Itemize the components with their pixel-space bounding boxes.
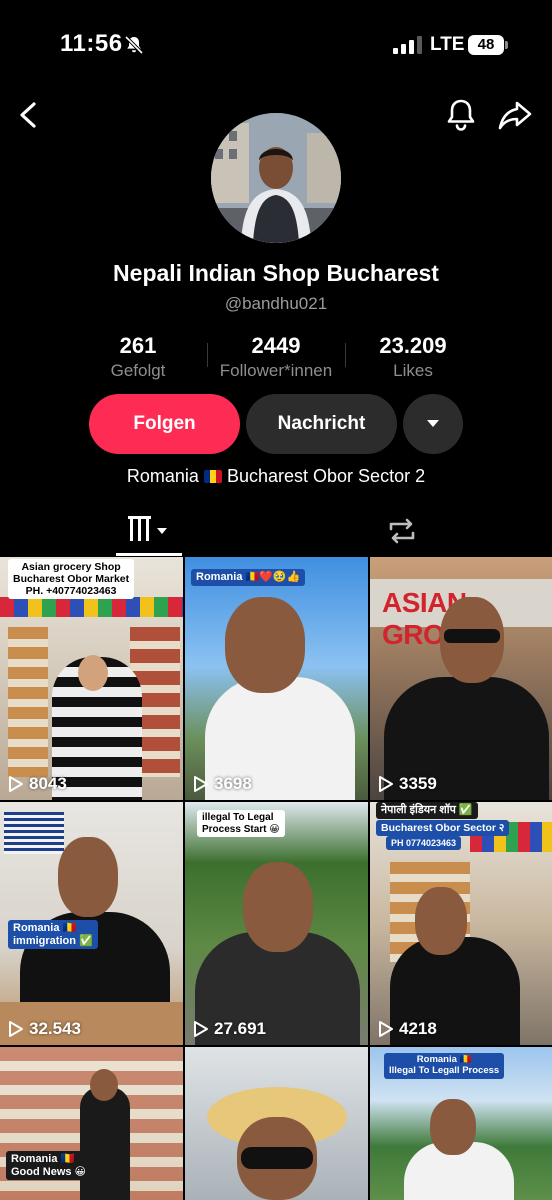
caret-down-icon: [427, 420, 439, 427]
video-views: 8043: [8, 774, 67, 794]
video-caption-line: immigration ✅: [13, 934, 93, 947]
video-caption: illegal To Legal Process Start 😀: [197, 810, 285, 837]
video-views: 27.691: [193, 1019, 266, 1039]
video-tile[interactable]: [185, 1047, 368, 1200]
video-caption-line: Asian grocery Shop: [21, 561, 121, 573]
bell-icon[interactable]: [444, 97, 478, 133]
video-views-count: 3698: [214, 774, 252, 793]
share-icon[interactable]: [496, 97, 534, 133]
video-grid: Asian grocery Shop Bucharest Obor Market…: [0, 557, 552, 1200]
stat-following[interactable]: 261 Gefolgt: [88, 333, 188, 381]
video-tile[interactable]: Asian grocery Shop Bucharest Obor Market…: [0, 557, 183, 800]
avatar[interactable]: [211, 113, 341, 243]
stat-divider: [207, 343, 208, 367]
romania-flag-icon: [203, 470, 222, 483]
video-caption-line: Bucharest Obor Market: [13, 573, 130, 586]
video-caption: PH 0774023463: [386, 836, 462, 851]
status-bar: 11:56 LTE 48: [0, 0, 552, 90]
video-caption-line: Romania 🇷🇴: [13, 922, 77, 934]
follow-button[interactable]: Folgen: [89, 394, 240, 454]
video-tile[interactable]: नेपाली इंडियन शॉप ✅ Bucharest Obor Secto…: [370, 802, 552, 1045]
play-outline-icon: [194, 776, 208, 792]
stat-following-value: 261: [119, 333, 157, 358]
avatar-photo: [211, 113, 341, 243]
battery-icon: 48: [468, 35, 504, 55]
profile-name: Nepali Indian Shop Bucharest: [113, 260, 439, 286]
video-caption-line: PH. +40774023463: [25, 585, 117, 598]
video-tile[interactable]: Romania 🇷🇴 immigration ✅ 32.543: [0, 802, 183, 1045]
signal-icon: [393, 36, 422, 54]
video-views-count: 8043: [29, 774, 67, 793]
video-tile[interactable]: Romania 🇷🇴❤️🥹👍 3698: [185, 557, 368, 800]
video-views: 4218: [378, 1019, 437, 1039]
video-caption: Romania 🇷🇴 Good News 😀: [6, 1151, 92, 1181]
caret-down-icon: [157, 528, 167, 534]
message-button[interactable]: Nachricht: [246, 394, 397, 454]
video-views: 32.543: [8, 1019, 81, 1039]
play-outline-icon: [9, 1021, 23, 1037]
bell-slash-icon: [124, 35, 144, 55]
play-outline-icon: [379, 1021, 393, 1037]
play-outline-icon: [9, 776, 23, 792]
status-time: 11:56: [60, 30, 123, 57]
bio-location: Bucharest Obor Sector 2: [226, 466, 426, 486]
video-caption: Bucharest Obor Sector २: [376, 820, 510, 837]
video-views-count: 32.543: [29, 1019, 81, 1038]
video-tile[interactable]: Romania 🇷🇴 Good News 😀: [0, 1047, 183, 1200]
bio-country: Romania: [126, 466, 199, 486]
profile-handle: @bandhu021: [224, 294, 328, 313]
video-caption: Romania 🇷🇴 immigration ✅: [8, 920, 98, 950]
network-type: LTE: [430, 34, 465, 55]
video-tile[interactable]: Romania 🇷🇴 Illegal To Legall Process: [370, 1047, 552, 1200]
video-tile[interactable]: ASIAN GROC 3359: [370, 557, 552, 800]
video-caption-line: illegal To Legal: [202, 812, 274, 823]
video-tile[interactable]: illegal To Legal Process Start 😀 27.691: [185, 802, 368, 1045]
stat-followers[interactable]: 2449 Follower*innen: [211, 333, 341, 381]
battery-tip: [505, 41, 508, 49]
video-caption: Romania 🇷🇴 Illegal To Legall Process: [384, 1053, 505, 1079]
tab-videos[interactable]: [116, 508, 182, 556]
video-caption: Romania 🇷🇴❤️🥹👍: [191, 569, 306, 586]
stat-followers-value: 2449: [251, 333, 301, 358]
video-views-count: 3359: [399, 774, 437, 793]
repost-icon[interactable]: [384, 515, 420, 547]
video-views: 3359: [378, 774, 437, 794]
play-outline-icon: [194, 1021, 208, 1037]
chevron-left-icon[interactable]: [14, 98, 44, 132]
stat-divider: [345, 343, 346, 367]
grid-columns-icon: [128, 516, 167, 541]
video-caption-line: Illegal To Legall Process: [389, 1064, 500, 1076]
video-caption: नेपाली इंडियन शॉप ✅: [376, 802, 478, 819]
profile-bio: Romania Bucharest Obor Sector 2: [0, 466, 552, 487]
video-caption-line: Process Start 😀: [202, 823, 280, 835]
video-caption: Asian grocery Shop Bucharest Obor Market…: [8, 559, 135, 600]
stat-followers-label: Follower*innen: [219, 361, 333, 380]
tab-active-indicator: [116, 553, 182, 556]
video-views-count: 4218: [399, 1019, 437, 1038]
video-caption-line: Good News 😀: [11, 1165, 87, 1178]
stat-likes-value: 23.209: [379, 333, 447, 358]
video-views-count: 27.691: [214, 1019, 266, 1038]
video-views: 3698: [193, 774, 252, 794]
stat-following-label: Gefolgt: [110, 361, 166, 380]
video-caption-line: Romania 🇷🇴: [11, 1153, 75, 1165]
play-outline-icon: [379, 776, 393, 792]
stat-likes-label: Likes: [393, 361, 433, 380]
more-options-button[interactable]: [403, 394, 463, 454]
stat-likes[interactable]: 23.209 Likes: [363, 333, 463, 381]
